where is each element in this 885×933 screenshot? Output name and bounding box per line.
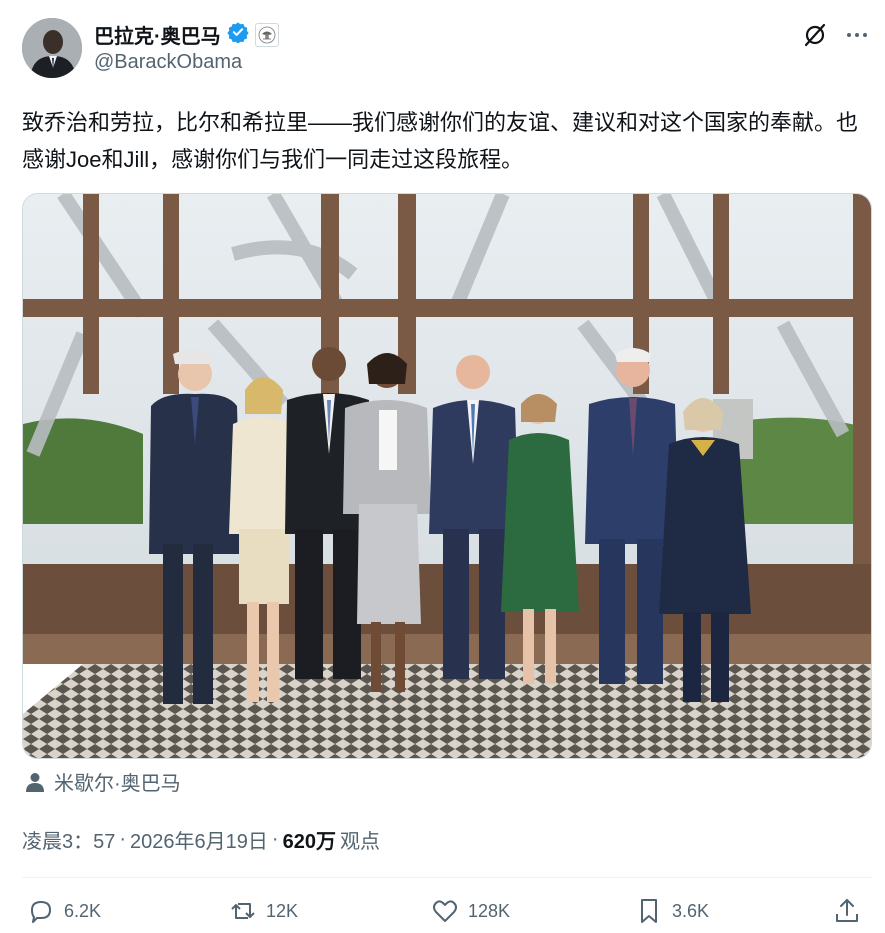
tweet-header: 巴拉克·奥巴马 @BarackObama	[22, 18, 872, 82]
share-button[interactable]	[832, 896, 862, 926]
person-icon	[26, 772, 44, 792]
author-display-name[interactable]: 巴拉克·奥巴马	[94, 20, 221, 49]
retweet-count: 12K	[266, 900, 299, 921]
retweet-button[interactable]: 12K	[228, 896, 298, 926]
author-name-row: 巴拉克·奥巴马	[94, 20, 279, 49]
author-handle[interactable]: @BarackObama	[94, 51, 242, 74]
verified-badge-icon[interactable]	[227, 21, 249, 48]
tweet-actions: 6.2K 12K 128K 3.6K	[22, 896, 872, 930]
views-count[interactable]: 620万	[283, 825, 336, 854]
reply-count: 6.2K	[64, 900, 102, 921]
more-options-icon[interactable]	[844, 22, 870, 48]
retweet-icon	[231, 903, 255, 919]
bookmark-button[interactable]: 3.6K	[634, 896, 709, 926]
author-avatar[interactable]	[22, 18, 82, 78]
reply-button[interactable]: 6.2K	[26, 896, 101, 926]
tweet-photo[interactable]	[22, 193, 872, 759]
bookmark-count: 3.6K	[672, 900, 710, 921]
like-button[interactable]: 128K	[430, 896, 510, 926]
divider	[22, 877, 872, 878]
tweet-date[interactable]: 2026年6月19日	[130, 825, 268, 854]
views-label: 观点	[339, 831, 380, 853]
tweet-meta: 凌晨3：57 · 2026年6月19日 · 620万 观点	[22, 825, 380, 854]
share-icon	[836, 899, 858, 922]
tagged-people-row[interactable]: 米歇尔·奥巴马	[24, 767, 181, 796]
bookmark-icon	[641, 899, 657, 923]
tweet-time[interactable]: 凌晨3：57	[22, 825, 115, 854]
tweet-text: 致乔治和劳拉，比尔和希拉里——我们感谢你们的友谊、建议和对这个国家的奉献。也感谢…	[22, 110, 859, 172]
us-government-seal-icon[interactable]	[254, 22, 279, 47]
meta-separator: ·	[119, 828, 127, 850]
heart-icon	[433, 900, 457, 922]
grok-icon[interactable]	[802, 22, 828, 48]
like-count: 128K	[468, 900, 511, 921]
tagged-person-name[interactable]: 米歇尔·奥巴马	[54, 767, 181, 796]
meta-separator: ·	[271, 828, 279, 850]
reply-icon	[31, 901, 51, 923]
